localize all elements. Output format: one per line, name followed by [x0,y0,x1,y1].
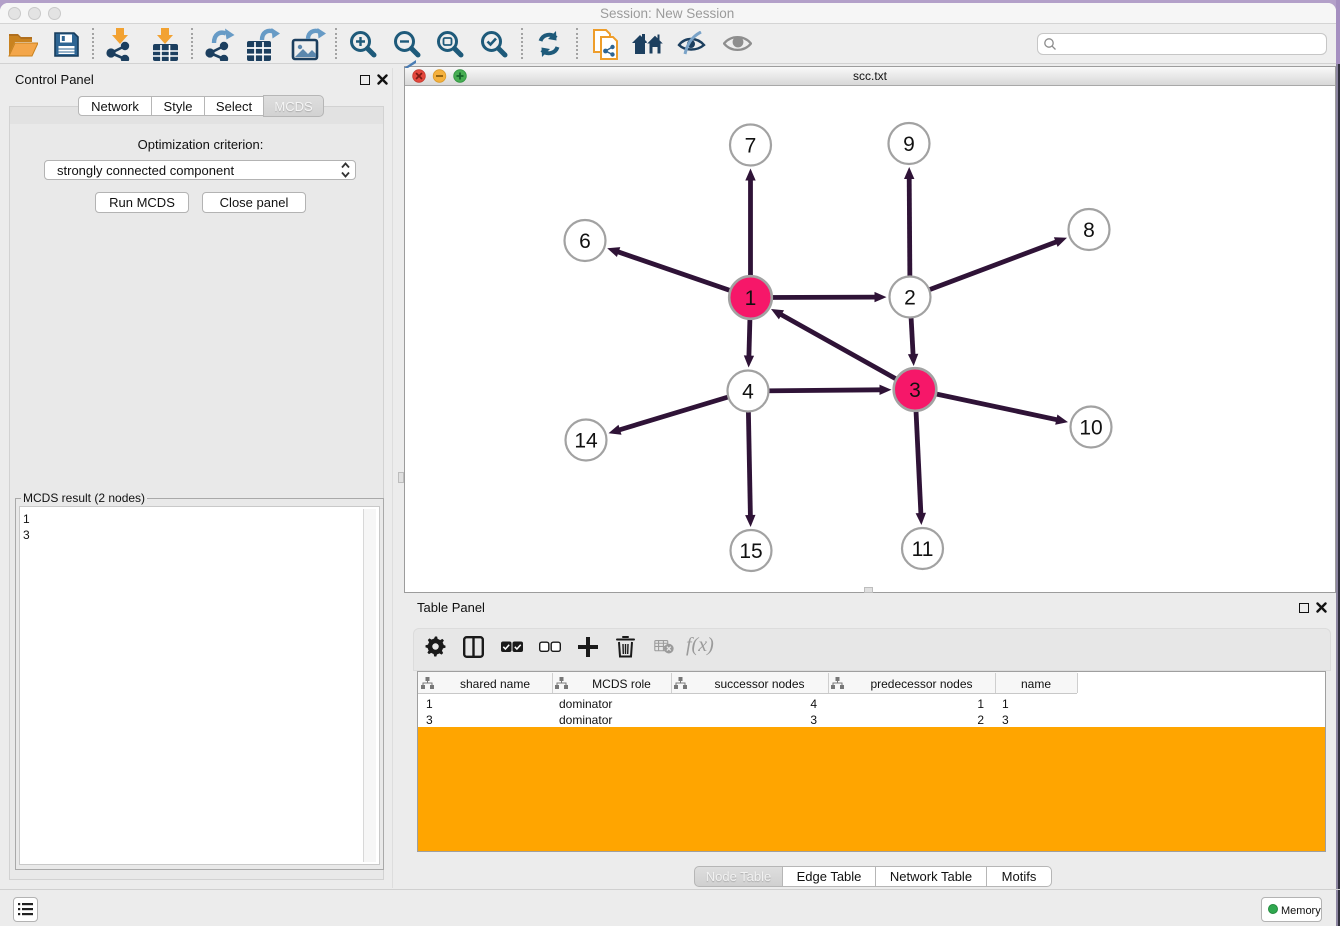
svg-text:14: 14 [574,430,598,453]
svg-text:4: 4 [742,381,754,404]
svg-text:15: 15 [739,540,762,563]
svg-text:8: 8 [1083,219,1095,242]
svg-text:3: 3 [909,379,921,402]
svg-text:7: 7 [745,135,757,158]
svg-text:1: 1 [745,287,757,310]
svg-text:10: 10 [1079,417,1102,440]
svg-text:2: 2 [904,287,916,310]
svg-text:11: 11 [912,538,934,561]
svg-text:9: 9 [903,133,915,156]
svg-text:6: 6 [579,230,591,253]
